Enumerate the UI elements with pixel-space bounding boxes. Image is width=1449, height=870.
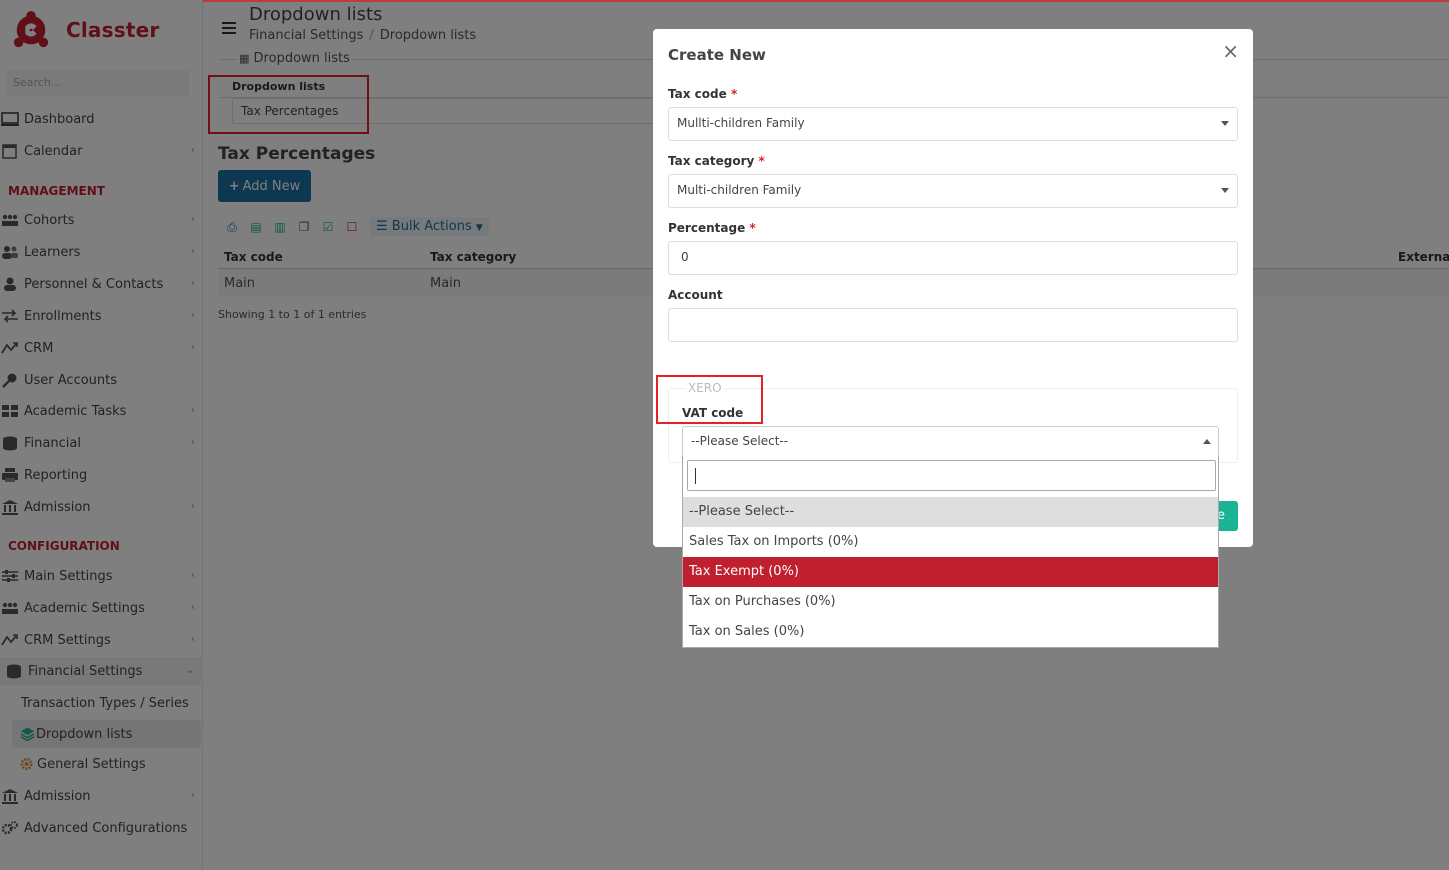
dropdown-option[interactable]: --Please Select--: [683, 497, 1218, 527]
vat-code-select[interactable]: --Please Select--: [682, 426, 1219, 456]
vat-code-value: --Please Select--: [691, 434, 789, 448]
top-accent-line: [203, 0, 1449, 2]
tax-code-value: Mullti-children Family: [677, 116, 805, 130]
percentage-label: Percentage *: [668, 221, 756, 235]
dropdown-option[interactable]: Tax on Purchases (0%): [683, 587, 1218, 617]
modal-title: Create New: [668, 46, 766, 64]
dropdown-option[interactable]: Tax on Sales (0%): [683, 617, 1218, 647]
caret-down-icon: [1221, 121, 1229, 126]
vat-code-dropdown: --Please Select-- Sales Tax on Imports (…: [682, 456, 1219, 648]
dropdown-option-selected[interactable]: Tax Exempt (0%): [683, 557, 1218, 587]
text-cursor: [695, 468, 696, 484]
highlight-box: [656, 375, 763, 424]
dropdown-option[interactable]: Sales Tax on Imports (0%): [683, 527, 1218, 557]
tax-code-select[interactable]: Mullti-children Family: [668, 107, 1238, 141]
dropdown-search-input[interactable]: [687, 460, 1216, 491]
tax-code-label: Tax code *: [668, 87, 738, 101]
percentage-input[interactable]: 0: [668, 241, 1238, 275]
close-icon[interactable]: ×: [1222, 41, 1239, 61]
tax-category-value: Multi-children Family: [677, 183, 802, 197]
account-input[interactable]: [668, 308, 1238, 342]
caret-up-icon: [1203, 439, 1211, 444]
tax-category-label: Tax category *: [668, 154, 765, 168]
caret-down-icon: [1221, 188, 1229, 193]
tax-category-select[interactable]: Multi-children Family: [668, 174, 1238, 208]
account-label: Account: [668, 288, 723, 302]
